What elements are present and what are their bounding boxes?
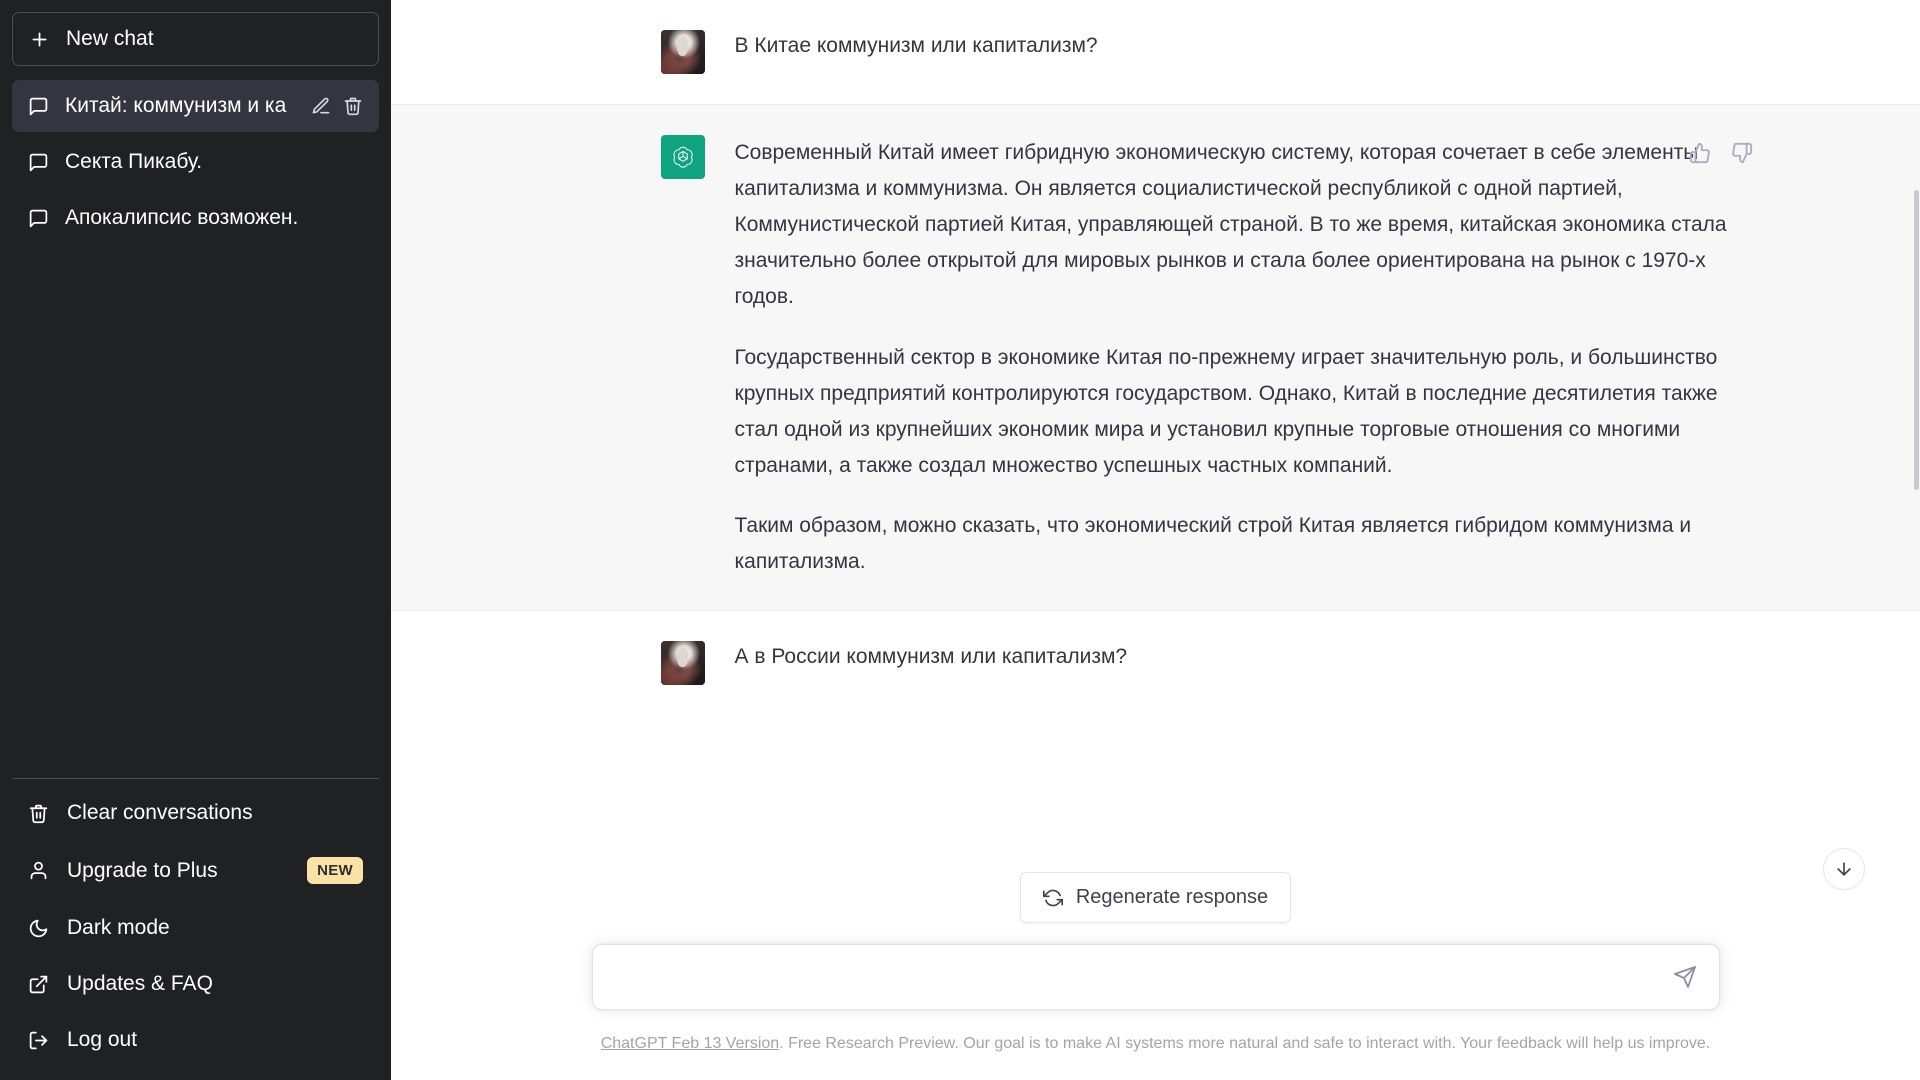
regenerate-label: Regenerate response <box>1075 886 1269 908</box>
trash-icon <box>28 803 49 824</box>
thumbs-up-icon[interactable] <box>1684 137 1716 169</box>
menu-label: Clear conversations <box>67 801 253 824</box>
regenerate-row: Regenerate response <box>391 872 1920 923</box>
moon-icon <box>28 918 49 939</box>
chat-bubble-icon <box>28 152 49 173</box>
conversation-title: Китай: коммунизм и ка <box>65 94 287 117</box>
arrow-down-icon <box>1834 859 1854 879</box>
send-icon[interactable] <box>1667 959 1703 995</box>
upgrade-to-plus-button[interactable]: Upgrade to Plus NEW <box>12 841 379 900</box>
menu-label: Log out <box>67 1028 138 1051</box>
menu-label: Upgrade to Plus <box>67 858 218 882</box>
pencil-icon[interactable] <box>311 96 331 116</box>
message-assistant-1: Современный Китай имеет гибридную эконом… <box>391 104 1920 612</box>
menu-label: Updates & FAQ <box>67 972 213 995</box>
logout-icon <box>28 1030 49 1051</box>
new-chat-label: New chat <box>66 27 154 50</box>
conversation-item-china[interactable]: Китай: коммунизм и ка <box>12 80 379 132</box>
message-text: В Китае коммунизм или капитализм? <box>735 30 1758 74</box>
chat-bubble-icon <box>28 208 49 229</box>
scrollbar-track[interactable] <box>1913 0 1920 914</box>
conversation-item-apocalypse[interactable]: Апокалипсис возможен. <box>12 192 379 244</box>
main-content: В Китае коммунизм или капитализм? Соврем… <box>391 0 1920 1080</box>
sidebar-divider <box>12 778 379 779</box>
message-input[interactable] <box>614 965 1667 989</box>
conversation-title: Секта Пикабу. <box>65 150 203 173</box>
trash-icon[interactable] <box>343 96 363 116</box>
footer-text: . Free Research Preview. Our goal is to … <box>779 1035 1711 1052</box>
composer-wrapper <box>391 930 1920 1010</box>
clear-conversations-button[interactable]: Clear conversations <box>12 785 379 841</box>
regenerate-response-button[interactable]: Regenerate response <box>1019 872 1292 923</box>
conversation-thread: В Китае коммунизм или капитализм? Соврем… <box>391 0 1920 914</box>
message-paragraph: А в России коммунизм или капитализм? <box>734 645 1128 669</box>
message-paragraph: Современный Китай имеет гибридную эконом… <box>734 141 1727 309</box>
message-text: А в России коммунизм или капитализм? <box>735 641 1758 685</box>
user-avatar <box>660 30 705 74</box>
log-out-button[interactable]: Log out <box>12 1012 379 1068</box>
message-paragraph: Таким образом, можно сказать, что эконом… <box>734 513 1692 574</box>
conversation-list: Китай: коммунизм и ка Секта Пикабу. Апок… <box>12 80 379 244</box>
message-paragraph: Государственный сектор в экономике Китая… <box>734 345 1718 477</box>
chat-bubble-icon <box>28 96 49 117</box>
plus-icon <box>29 29 50 50</box>
composer-box <box>591 944 1720 1010</box>
composer-area: Regenerate response ChatGPT Feb 13 Versi… <box>391 848 1920 1080</box>
feedback-controls <box>1684 137 1758 169</box>
updates-faq-button[interactable]: Updates & FAQ <box>12 956 379 1012</box>
new-chat-button[interactable]: New chat <box>12 12 379 66</box>
conversation-title: Апокалипсис возможен. <box>65 206 299 229</box>
conversation-item-sekta[interactable]: Секта Пикабу. <box>12 136 379 188</box>
menu-label: Dark mode <box>67 916 170 939</box>
message-text: Современный Китай имеет гибридную эконом… <box>735 135 1758 580</box>
refresh-icon <box>1042 888 1063 908</box>
dark-mode-button[interactable]: Dark mode <box>12 900 379 956</box>
version-link[interactable]: ChatGPT Feb 13 Version <box>601 1035 779 1052</box>
footer-disclaimer: ChatGPT Feb 13 Version. Free Research Pr… <box>391 1010 1920 1080</box>
message-user-2: А в России коммунизм или капитализм? <box>391 611 1920 716</box>
user-icon <box>28 860 49 881</box>
scroll-to-bottom-button[interactable] <box>1823 848 1865 890</box>
message-user-1: В Китае коммунизм или капитализм? <box>391 0 1920 104</box>
chatgpt-logo <box>660 135 705 179</box>
user-avatar <box>660 641 705 686</box>
external-link-icon <box>28 974 49 995</box>
message-paragraph: В Китае коммунизм или капитализм? <box>734 34 1098 57</box>
conversation-actions <box>311 96 363 116</box>
scrollbar-thumb[interactable] <box>1914 190 1919 490</box>
sidebar: New chat Китай: коммунизм и ка Секта Пик… <box>0 0 391 1080</box>
thumbs-down-icon[interactable] <box>1726 137 1758 169</box>
new-badge: NEW <box>307 857 363 884</box>
